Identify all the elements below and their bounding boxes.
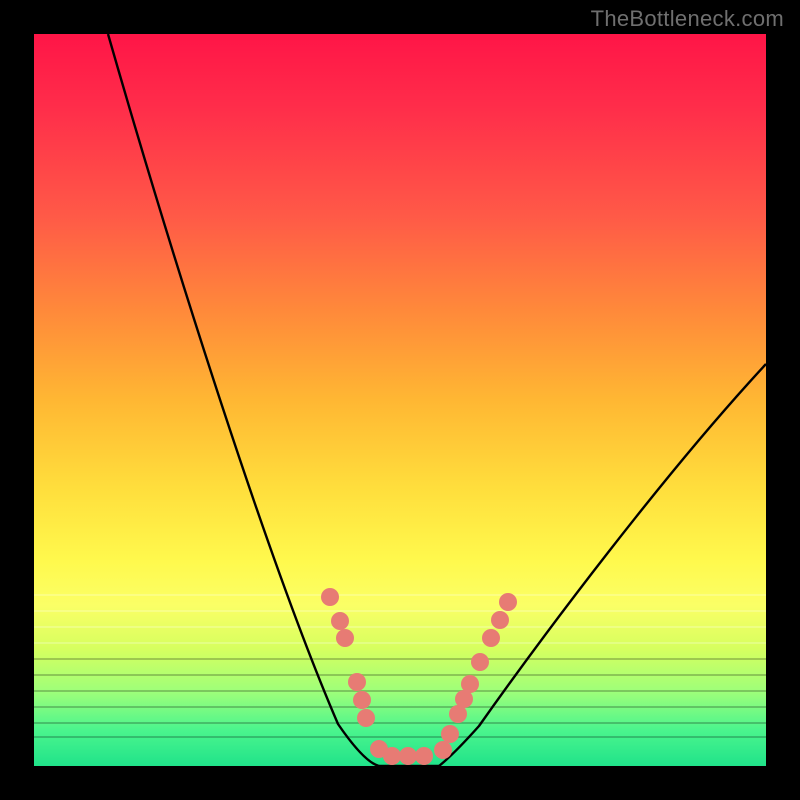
marker-dot (491, 611, 509, 629)
plot-area (34, 34, 766, 766)
marker-dot (348, 673, 366, 691)
marker-dot (357, 709, 375, 727)
right-curve (439, 364, 766, 766)
curve-layer (34, 34, 766, 766)
marker-dot (336, 629, 354, 647)
marker-dot (415, 747, 433, 765)
marker-dot (321, 588, 339, 606)
watermark-text: TheBottleneck.com (591, 6, 784, 32)
marker-dot (461, 675, 479, 693)
marker-dot (434, 741, 452, 759)
marker-dot (331, 612, 349, 630)
marker-dot (383, 747, 401, 765)
marker-dot (499, 593, 517, 611)
left-curve (108, 34, 379, 766)
marker-group (321, 588, 517, 765)
marker-dot (399, 747, 417, 765)
marker-dot (471, 653, 489, 671)
marker-dot (482, 629, 500, 647)
marker-dot (441, 725, 459, 743)
marker-dot (353, 691, 371, 709)
chart-frame: TheBottleneck.com (0, 0, 800, 800)
